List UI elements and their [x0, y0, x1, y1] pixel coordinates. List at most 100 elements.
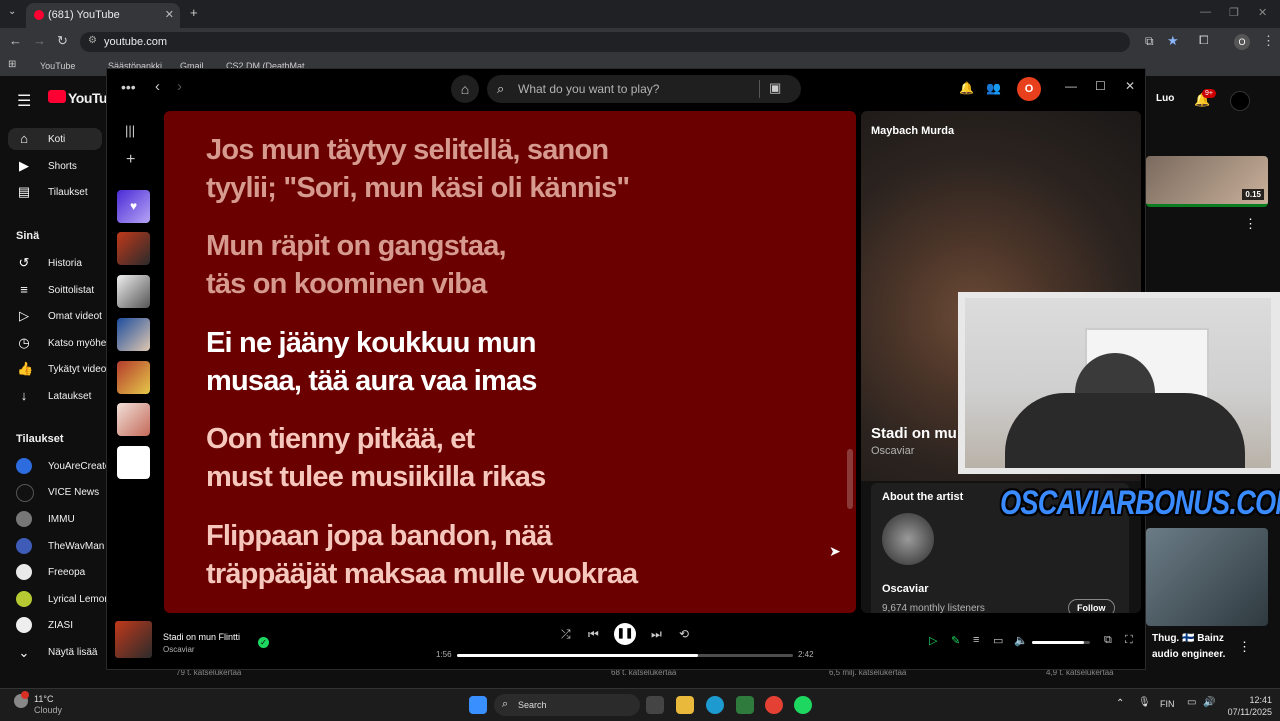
lyric-line-current[interactable]: Ei ne jääny koukkuu mun musaa, tää aura v… [206, 324, 537, 400]
progress-bar[interactable] [457, 654, 793, 657]
channel-item[interactable]: YouAreCreato [48, 461, 110, 472]
user-avatar[interactable]: O [1017, 77, 1041, 101]
new-tab-icon[interactable]: + [190, 5, 198, 20]
library-item[interactable] [117, 446, 150, 479]
library-item[interactable] [117, 403, 150, 436]
miniplayer-icon[interactable]: ⧉ [1104, 634, 1112, 647]
nav-watch-later[interactable]: Katso myöhe [48, 338, 106, 349]
clock-time[interactable]: 12:41 [1222, 695, 1272, 705]
channel-item[interactable]: ZIASI [48, 620, 73, 631]
window-close-icon[interactable]: ✕ [1125, 79, 1135, 93]
channel-item[interactable]: TheWavMan [48, 541, 104, 552]
window-restore-icon[interactable]: ❐ [1229, 6, 1239, 19]
account-avatar[interactable] [1230, 91, 1250, 111]
address-bar[interactable]: ⚙ youtube.com [80, 32, 1130, 52]
more-options-icon[interactable]: ⋮ [1244, 216, 1257, 232]
video-thumbnail[interactable]: 0.15 [1146, 156, 1268, 207]
channel-item[interactable]: VICE News [48, 487, 99, 498]
close-tab-icon[interactable]: ✕ [165, 8, 174, 21]
lyrics-scrollbar[interactable] [847, 449, 853, 509]
language-indicator[interactable]: FIN [1160, 699, 1175, 709]
chrome-icon[interactable] [765, 696, 783, 714]
panel-song-title[interactable]: Stadi on mu [871, 425, 957, 442]
forward-nav-icon[interactable]: › [177, 78, 182, 95]
library-item[interactable] [117, 318, 150, 351]
show-more[interactable]: Näytä lisää [48, 647, 97, 658]
nav-your-videos[interactable]: Omat videot [48, 311, 102, 322]
spotify-icon[interactable] [794, 696, 812, 714]
track-title[interactable]: Stadi on mun Flintti [163, 632, 240, 642]
back-icon[interactable]: ← [9, 33, 22, 48]
taskbar-search[interactable]: ⌕ Search [494, 694, 640, 716]
library-item[interactable] [117, 275, 150, 308]
channel-item[interactable]: Freeopa [48, 567, 85, 578]
lyric-line[interactable]: Mun räpit on gangstaa, täs on koominen vi… [206, 227, 507, 303]
window-maximize-icon[interactable]: ☐ [1095, 79, 1106, 93]
pause-button[interactable]: ❚❚ [614, 623, 636, 645]
window-minimize-icon[interactable]: — [1200, 6, 1211, 18]
nav-downloads[interactable]: Lataukset [48, 391, 91, 402]
saved-check-icon[interactable]: ✓ [258, 637, 269, 648]
track-artist[interactable]: Oscaviar [163, 645, 195, 654]
you-section-title[interactable]: Sinä [16, 230, 39, 242]
apps-grid-icon[interactable]: ⊞ [8, 59, 16, 70]
browse-icon[interactable]: ▣ [769, 80, 781, 96]
nav-subscriptions[interactable]: Tilaukset [48, 187, 88, 198]
clock-date[interactable]: 07/11/2025 [1222, 707, 1272, 717]
album-art[interactable] [115, 621, 152, 658]
channel-item[interactable]: IMMU [48, 514, 75, 525]
liked-songs-tile[interactable]: ♥ [117, 190, 150, 223]
now-playing-view-icon[interactable]: ▷ [929, 634, 937, 647]
lyric-line[interactable]: Jos mun täytyy selitellä, sanon tyylii; "… [206, 131, 630, 207]
tray-chevron-icon[interactable]: ⌃ [1116, 698, 1124, 709]
nav-home[interactable]: Koti [48, 134, 65, 145]
profile-avatar[interactable]: O [1234, 34, 1250, 50]
create-label[interactable]: Luo [1156, 93, 1174, 104]
window-close-icon[interactable]: ✕ [1258, 6, 1267, 19]
reload-icon[interactable]: ↻ [57, 33, 68, 49]
lyrics-icon[interactable]: ✎ [951, 634, 960, 647]
window-minimize-icon[interactable]: — [1065, 79, 1077, 93]
nav-playlists[interactable]: Soittolistat [48, 285, 94, 296]
browser-tab[interactable]: (681) YouTube ✕ [26, 3, 180, 28]
channel-item[interactable]: Lyrical Lemon [48, 594, 110, 605]
volume-icon[interactable]: 🔈 [1014, 634, 1028, 647]
forward-icon[interactable]: → [33, 33, 46, 48]
notifications-bell-icon[interactable]: 🔔 [959, 81, 974, 95]
nav-history[interactable]: Historia [48, 258, 82, 269]
speaker-icon[interactable]: 🔊 [1203, 697, 1215, 708]
subscriptions-section-title[interactable]: Tilaukset [16, 433, 64, 445]
more-options-icon[interactable]: ⋮ [1238, 639, 1251, 655]
back-nav-icon[interactable]: ‹ [155, 78, 160, 95]
microphone-icon[interactable]: 🎙 [1138, 697, 1151, 708]
queue-icon[interactable]: ≡ [973, 634, 979, 646]
library-item[interactable] [117, 232, 150, 265]
lyric-line[interactable]: Oon tienny pitkää, et must tulee musiikil… [206, 420, 546, 496]
file-explorer-icon[interactable] [676, 696, 694, 714]
search-input[interactable]: What do you want to play? [518, 82, 659, 96]
friend-activity-icon[interactable]: 👥 [986, 81, 1001, 95]
edge-icon[interactable] [706, 696, 724, 714]
bookmark-star-icon[interactable]: ★ [1167, 33, 1179, 49]
youtube-logo-icon[interactable] [48, 90, 66, 103]
spotify-menu-icon[interactable]: ••• [121, 79, 136, 95]
bookmark-youtube[interactable]: YouTube [40, 61, 75, 71]
volume-slider[interactable] [1032, 641, 1090, 644]
extensions-icon[interactable]: ⧠ [1199, 33, 1209, 48]
site-info-icon[interactable]: ⚙ [88, 35, 97, 46]
library-item[interactable] [117, 361, 150, 394]
nav-liked-videos[interactable]: Tykätyt videot [48, 364, 109, 375]
repeat-icon[interactable]: ⟲ [679, 627, 689, 641]
panel-artist[interactable]: Oscaviar [871, 445, 914, 457]
next-icon[interactable]: ⏭ [651, 627, 662, 642]
start-icon[interactable] [469, 696, 487, 714]
weather-temp[interactable]: 11°C [34, 694, 53, 704]
nav-shorts[interactable]: Shorts [48, 161, 77, 172]
network-icon[interactable]: ▭ [1187, 697, 1196, 708]
panel-header[interactable]: Maybach Murda [871, 125, 954, 137]
follow-button[interactable]: Follow [1068, 599, 1115, 613]
lyric-line[interactable]: Flippaan jopa bandon, nää träppääjät maks… [206, 517, 638, 593]
connect-device-icon[interactable]: ▭ [993, 634, 1003, 647]
create-playlist-icon[interactable]: + [126, 151, 135, 169]
search-bar[interactable]: ⌕ What do you want to play? ▣ [487, 75, 801, 103]
